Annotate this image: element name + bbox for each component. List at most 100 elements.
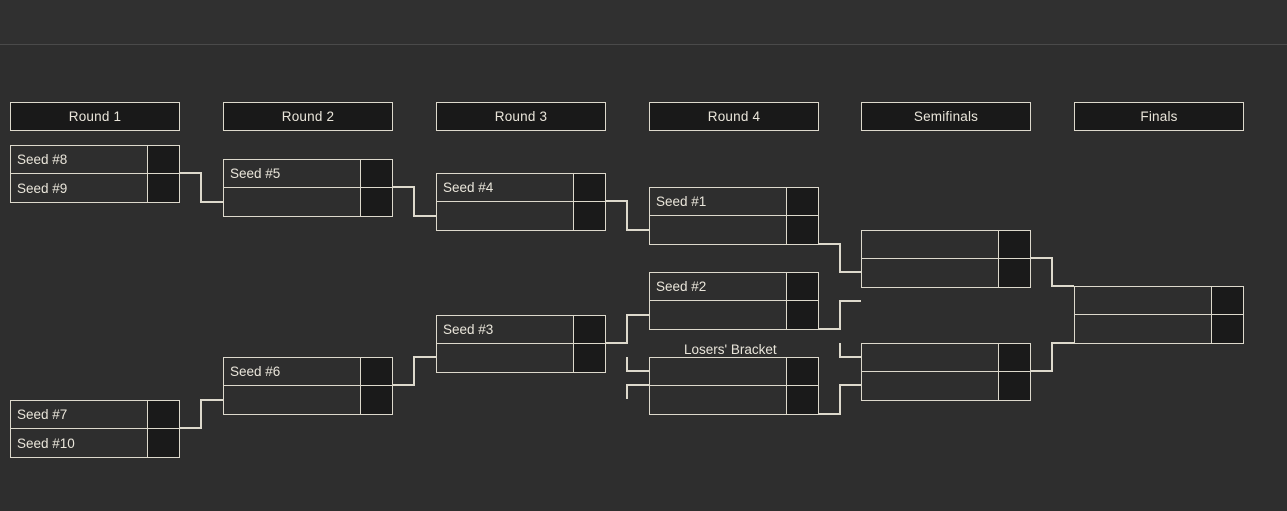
- round-header-round-2[interactable]: Round 2: [223, 102, 393, 131]
- match-r1-m1[interactable]: Seed #8 Seed #9: [10, 145, 180, 203]
- team-name[interactable]: Seed #1: [650, 188, 786, 215]
- score-cell[interactable]: [998, 372, 1030, 400]
- score-cell[interactable]: [360, 160, 392, 187]
- match-sf-m2[interactable]: [861, 343, 1031, 401]
- match-slot-top[interactable]: Seed #6: [224, 358, 392, 386]
- score-cell[interactable]: [147, 429, 179, 457]
- round-header-round-3[interactable]: Round 3: [436, 102, 606, 131]
- match-slot-top[interactable]: [862, 344, 1030, 372]
- match-r4-m3[interactable]: [649, 357, 819, 415]
- score-cell[interactable]: [360, 358, 392, 385]
- match-slot-bottom[interactable]: [862, 259, 1030, 287]
- team-name[interactable]: [224, 188, 360, 216]
- score-cell[interactable]: [786, 301, 818, 329]
- team-name[interactable]: Seed #10: [11, 429, 147, 457]
- score-cell[interactable]: [786, 386, 818, 414]
- match-sf-m1[interactable]: [861, 230, 1031, 288]
- team-name[interactable]: Seed #7: [11, 401, 147, 428]
- score-cell[interactable]: [1211, 315, 1243, 343]
- match-slot-bottom[interactable]: [224, 386, 392, 414]
- round-header-label: Finals: [1140, 109, 1178, 124]
- team-name[interactable]: [224, 386, 360, 414]
- round-header-label: Round 1: [68, 109, 122, 124]
- score-cell[interactable]: [573, 202, 605, 230]
- team-name[interactable]: [437, 344, 573, 372]
- score-cell[interactable]: [998, 344, 1030, 371]
- match-slot-bottom[interactable]: [650, 301, 818, 329]
- match-r1-m2[interactable]: Seed #7 Seed #10: [10, 400, 180, 458]
- match-slot-top[interactable]: Seed #8: [11, 146, 179, 174]
- score-cell[interactable]: [1211, 287, 1243, 314]
- score-cell[interactable]: [786, 216, 818, 244]
- round-header-label: Round 4: [707, 109, 761, 124]
- match-slot-bottom[interactable]: Seed #10: [11, 429, 179, 457]
- team-name[interactable]: [650, 301, 786, 329]
- match-f-m1[interactable]: [1074, 286, 1244, 344]
- score-cell[interactable]: [998, 231, 1030, 258]
- team-name[interactable]: Seed #4: [437, 174, 573, 201]
- match-r2-m2[interactable]: Seed #6: [223, 357, 393, 415]
- connector-c-sf2-fin: [1031, 342, 1074, 372]
- match-slot-top[interactable]: [1075, 287, 1243, 315]
- match-slot-bottom[interactable]: [650, 386, 818, 414]
- score-cell[interactable]: [360, 188, 392, 216]
- match-r4-m2[interactable]: Seed #2: [649, 272, 819, 330]
- score-cell[interactable]: [786, 358, 818, 385]
- connector-c-stub-sf2-top: [839, 343, 861, 358]
- round-header-round-1[interactable]: Round 1: [10, 102, 180, 131]
- round-header-round-4[interactable]: Round 4: [649, 102, 819, 131]
- score-cell[interactable]: [147, 401, 179, 428]
- match-slot-bottom[interactable]: [650, 216, 818, 244]
- connector-c-stub-r4m3-top: [626, 357, 649, 372]
- connector-c-r3m2-r4m2: [606, 314, 649, 344]
- score-cell[interactable]: [147, 174, 179, 202]
- match-r3-m1[interactable]: Seed #4: [436, 173, 606, 231]
- match-slot-bottom[interactable]: [224, 188, 392, 216]
- team-name[interactable]: [650, 386, 786, 414]
- team-name[interactable]: [437, 202, 573, 230]
- connector-c-r1m1-r2m1: [180, 172, 223, 203]
- team-name[interactable]: [862, 259, 998, 287]
- team-name[interactable]: Seed #3: [437, 316, 573, 343]
- match-r2-m1[interactable]: Seed #5: [223, 159, 393, 217]
- score-cell[interactable]: [573, 344, 605, 372]
- match-slot-bottom[interactable]: [437, 202, 605, 230]
- team-name[interactable]: Seed #9: [11, 174, 147, 202]
- score-cell[interactable]: [573, 174, 605, 201]
- match-slot-top[interactable]: Seed #7: [11, 401, 179, 429]
- team-name[interactable]: Seed #6: [224, 358, 360, 385]
- team-name[interactable]: [650, 358, 786, 385]
- match-slot-bottom[interactable]: [437, 344, 605, 372]
- match-slot-top[interactable]: Seed #4: [437, 174, 605, 202]
- match-slot-bottom[interactable]: [1075, 315, 1243, 343]
- match-slot-top[interactable]: Seed #3: [437, 316, 605, 344]
- score-cell[interactable]: [998, 259, 1030, 287]
- connector-c-r3m1-r4m1: [606, 200, 649, 231]
- match-r4-m1[interactable]: Seed #1: [649, 187, 819, 245]
- round-header-finals[interactable]: Finals: [1074, 102, 1244, 131]
- match-slot-top[interactable]: Seed #5: [224, 160, 392, 188]
- match-slot-top[interactable]: Seed #2: [650, 273, 818, 301]
- team-name[interactable]: [862, 231, 998, 258]
- team-name[interactable]: [862, 372, 998, 400]
- team-name[interactable]: Seed #8: [11, 146, 147, 173]
- score-cell[interactable]: [786, 273, 818, 300]
- caption-losers-bracket: Losers' Bracket: [684, 342, 777, 357]
- match-slot-bottom[interactable]: [862, 372, 1030, 400]
- team-name[interactable]: Seed #5: [224, 160, 360, 187]
- team-name[interactable]: [862, 344, 998, 371]
- match-r3-m2[interactable]: Seed #3: [436, 315, 606, 373]
- score-cell[interactable]: [573, 316, 605, 343]
- match-slot-top[interactable]: [650, 358, 818, 386]
- score-cell[interactable]: [786, 188, 818, 215]
- score-cell[interactable]: [360, 386, 392, 414]
- score-cell[interactable]: [147, 146, 179, 173]
- team-name[interactable]: [1075, 287, 1211, 314]
- round-header-semifinals[interactable]: Semifinals: [861, 102, 1031, 131]
- team-name[interactable]: [650, 216, 786, 244]
- team-name[interactable]: [1075, 315, 1211, 343]
- match-slot-bottom[interactable]: Seed #9: [11, 174, 179, 202]
- team-name[interactable]: Seed #2: [650, 273, 786, 300]
- match-slot-top[interactable]: [862, 231, 1030, 259]
- match-slot-top[interactable]: Seed #1: [650, 188, 818, 216]
